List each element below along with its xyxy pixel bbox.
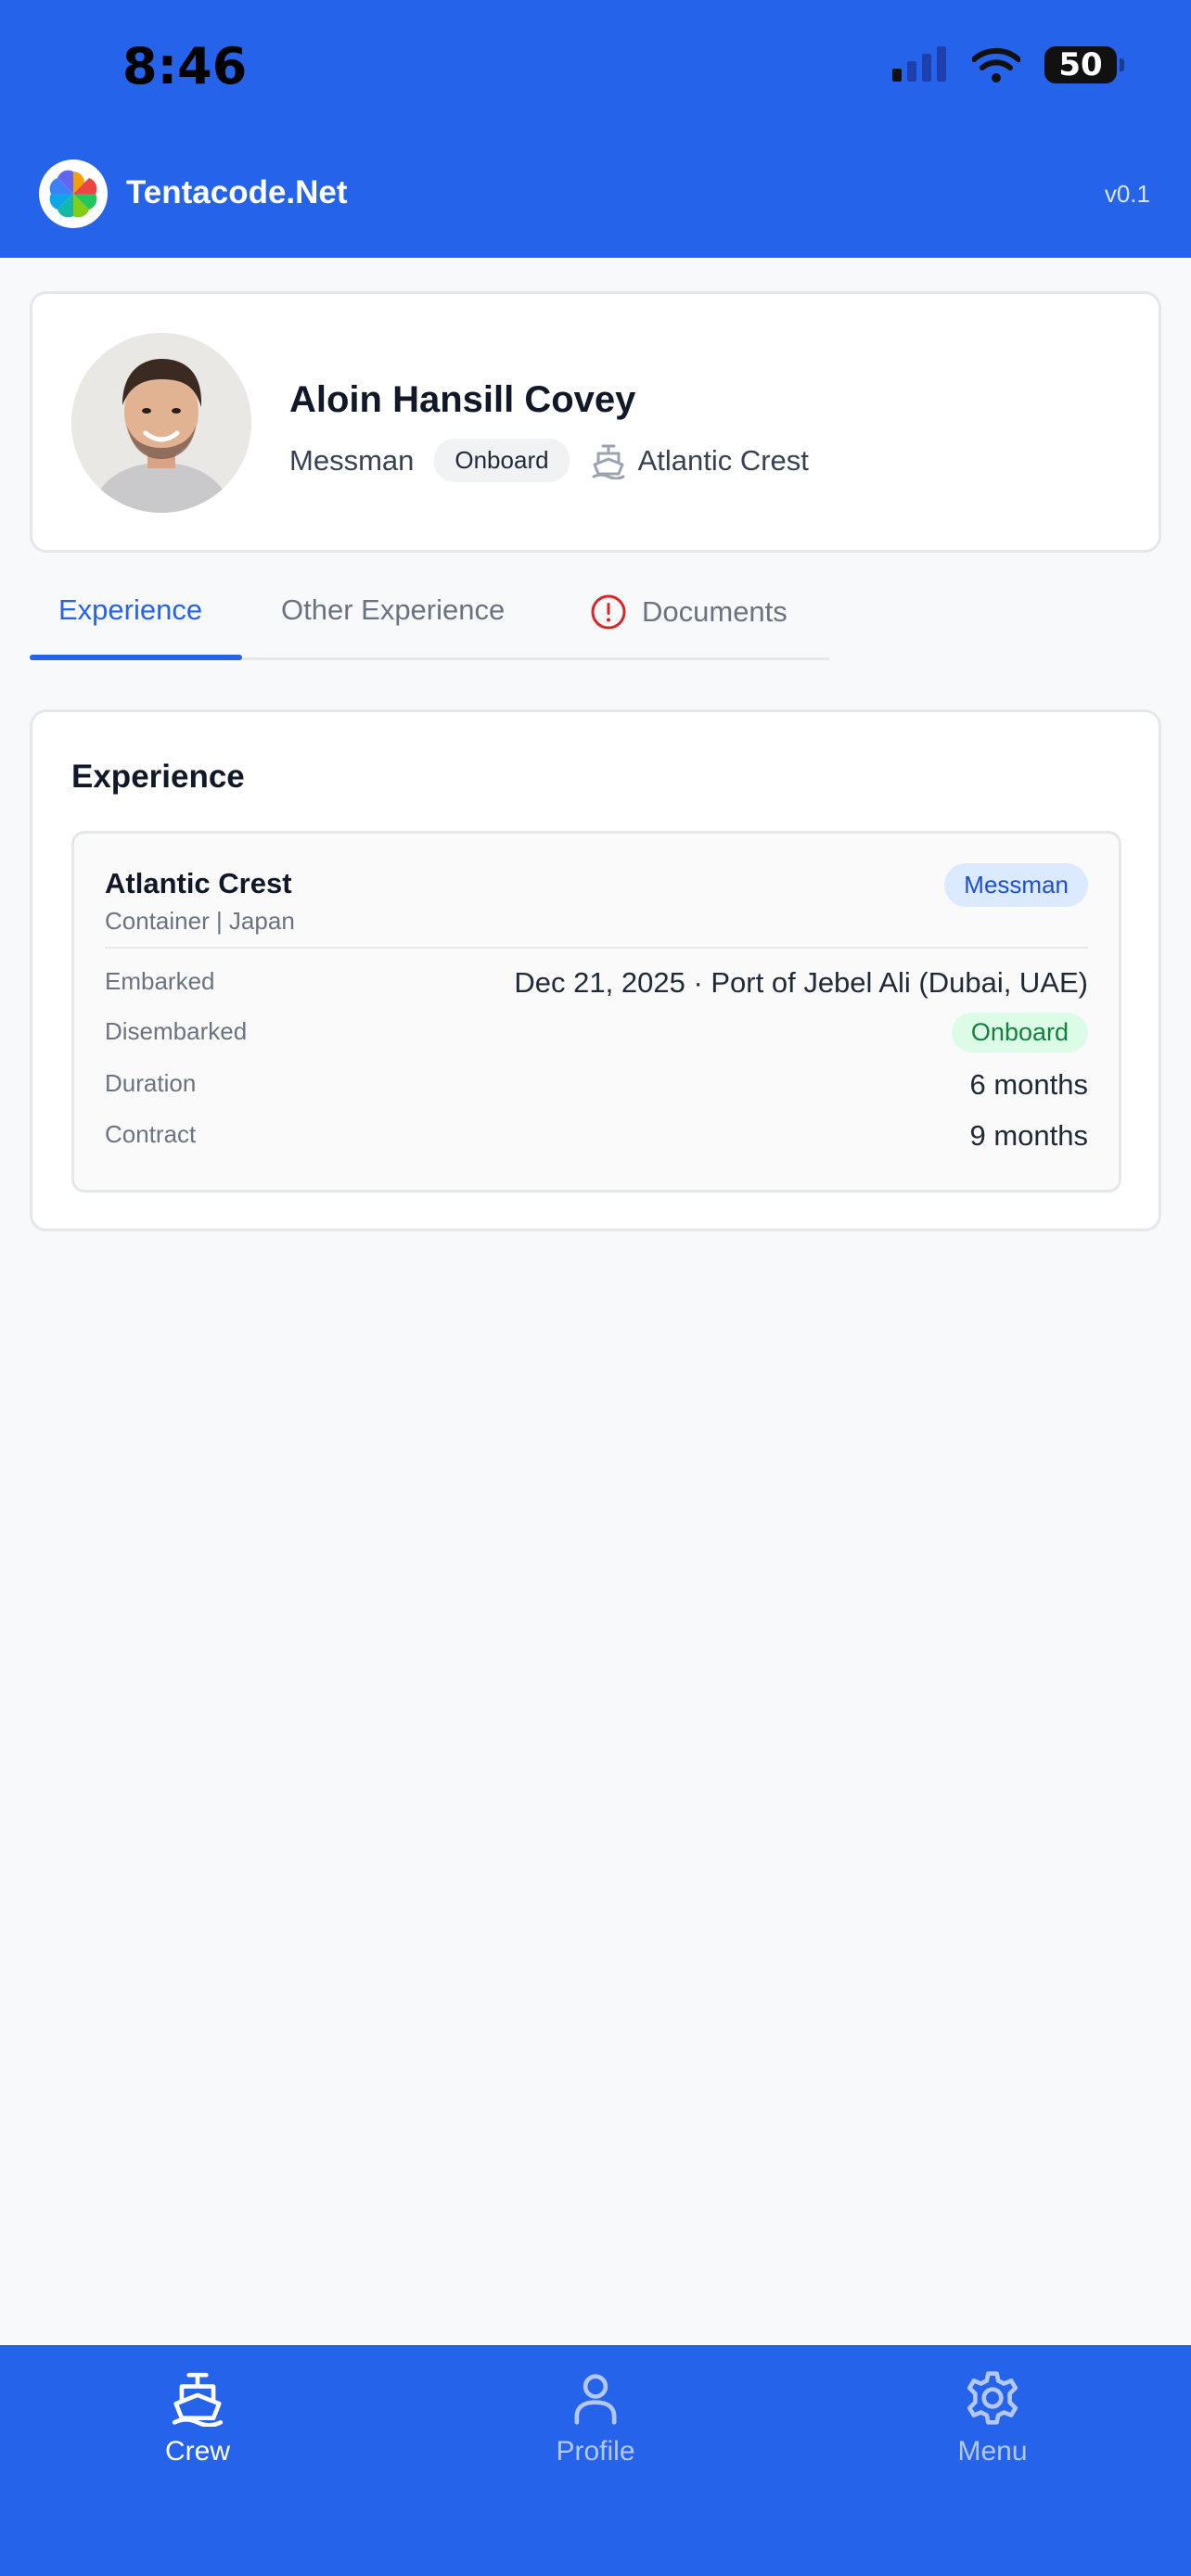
battery-icon: 50	[1044, 46, 1124, 83]
rank-badge: Messman	[944, 863, 1088, 907]
pinwheel-logo-icon	[49, 170, 97, 218]
embarked-value: Dec 21, 2025 · Port of Jebel Ali (Dubai,…	[514, 966, 1088, 999]
experience-entry[interactable]: Atlantic Crest Container | Japan Messman…	[71, 831, 1121, 1192]
bottom-nav: Crew Profile Menu	[0, 2345, 1191, 2576]
active-tab-indicator	[30, 655, 242, 660]
disembarked-label: Disembarked	[105, 1017, 248, 1045]
disembarked-status-badge: Onboard	[951, 1013, 1088, 1052]
nav-menu[interactable]: Menu	[890, 2369, 1095, 2468]
tab-bar: Experience Other Experience Documents	[30, 580, 829, 660]
crew-rank: Messman	[289, 443, 415, 477]
ship-icon	[172, 2372, 224, 2427]
app-version: v0.1	[1104, 180, 1150, 208]
user-icon	[574, 2374, 617, 2425]
crew-vessel: Atlantic Crest	[590, 442, 809, 479]
entry-vessel-details: Container | Japan	[105, 907, 295, 935]
tab-documents[interactable]: Documents	[590, 593, 788, 631]
wifi-icon	[972, 47, 1020, 83]
app-logo	[39, 159, 108, 228]
duration-value: 6 months	[969, 1068, 1088, 1101]
section-title: Experience	[71, 759, 245, 795]
app-title: Tentacode.Net	[126, 174, 348, 210]
tab-experience-label: Experience	[58, 593, 203, 626]
crew-profile-card: Aloin Hansill Covey Messman Onboard Atla…	[30, 291, 1161, 553]
nav-profile-label: Profile	[556, 2436, 635, 2467]
status-icons: 50	[892, 46, 1124, 83]
crew-name: Aloin Hansill Covey	[289, 379, 636, 420]
status-time: 8:46	[122, 37, 248, 96]
contract-value: 9 months	[969, 1119, 1088, 1152]
entry-vessel: Atlantic Crest	[105, 867, 292, 899]
nav-menu-label: Menu	[957, 2436, 1028, 2467]
battery-level: 50	[1058, 46, 1103, 83]
nav-profile[interactable]: Profile	[493, 2369, 698, 2468]
ship-icon	[592, 444, 625, 479]
app-header: 8:46 50 Tentacode.Net v0.1	[0, 0, 1191, 258]
crew-vessel-name: Atlantic Crest	[637, 443, 809, 477]
tab-documents-label: Documents	[642, 595, 788, 628]
tab-experience[interactable]: Experience	[58, 593, 202, 627]
nav-crew-label: Crew	[164, 2436, 230, 2467]
crew-photo	[71, 333, 251, 513]
alert-circle-icon	[591, 594, 626, 630]
status-badge: Onboard	[434, 439, 570, 482]
contract-label: Contract	[105, 1120, 197, 1148]
avatar	[71, 333, 251, 513]
divider	[105, 947, 1088, 949]
tab-other-experience-label: Other Experience	[281, 593, 506, 626]
cellular-signal-icon	[892, 46, 946, 82]
gear-icon	[967, 2371, 1018, 2425]
experience-section: Experience Atlantic Crest Container | Ja…	[30, 709, 1161, 1231]
duration-label: Duration	[105, 1069, 197, 1097]
crew-meta: Messman Onboard Atlantic Crest	[289, 439, 809, 482]
nav-crew[interactable]: Crew	[96, 2369, 300, 2468]
tab-other-experience[interactable]: Other Experience	[281, 593, 505, 627]
embarked-label: Embarked	[105, 967, 215, 995]
